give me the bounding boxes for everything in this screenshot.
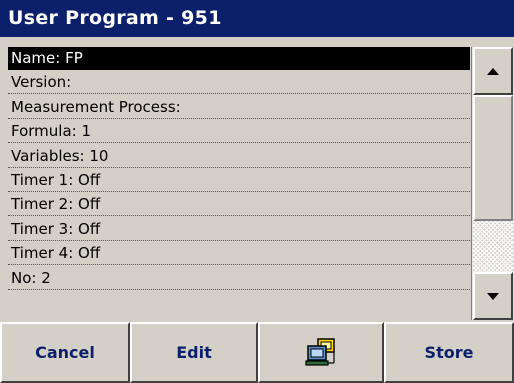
list-item-no[interactable]: No: 2 [8,267,470,290]
program-settings-list: Name: FP Version: Measurement Process: F… [8,47,470,320]
screen: User Program - 951 Name: FP Version: Mea… [0,0,514,383]
scroll-down-button[interactable] [473,272,513,320]
cancel-button[interactable]: Cancel [0,322,130,383]
scroll-track[interactable] [473,95,513,221]
edit-button[interactable]: Edit [130,322,258,383]
arrow-up-icon [487,67,499,75]
bottom-toolbar: Cancel Edit Store [0,322,514,383]
list-item-timer-3[interactable]: Timer 3: Off [8,218,470,241]
scroll-up-button[interactable] [473,47,513,95]
list-item-timer-2[interactable]: Timer 2: Off [8,193,470,217]
scroll-thumb[interactable] [473,221,513,272]
store-button[interactable]: Store [384,322,514,383]
list-item-formula[interactable]: Formula: 1 [8,120,470,144]
list-item-timer-4[interactable]: Timer 4: Off [8,242,470,266]
window-title: User Program - 951 [0,0,514,37]
list-item-name[interactable]: Name: FP [8,47,470,70]
arrow-down-icon [487,292,499,300]
list-item-timer-1[interactable]: Timer 1: Off [8,169,470,192]
vertical-scrollbar[interactable] [471,47,514,320]
network-button[interactable] [258,322,384,383]
list-item-version[interactable]: Version: [8,71,470,95]
list-item-measurement-process[interactable]: Measurement Process: [8,96,470,119]
title-separator [0,37,514,47]
network-computer-icon [305,337,335,366]
list-item-variables[interactable]: Variables: 10 [8,145,470,168]
